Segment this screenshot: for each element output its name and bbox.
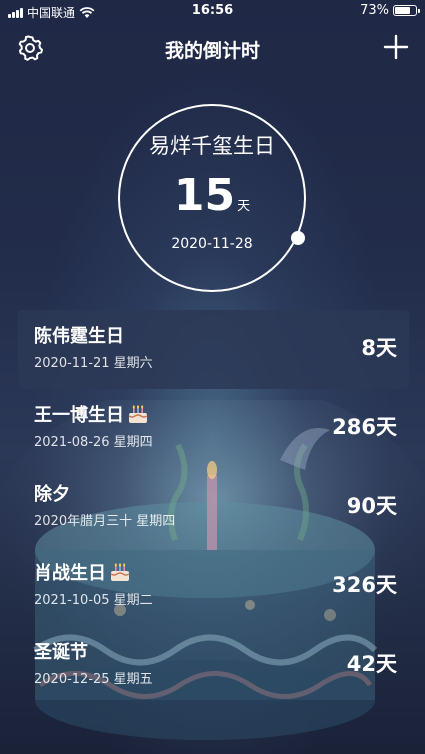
- featured-event-date: 2020-11-28: [171, 236, 253, 252]
- nav-bar: 我的倒计时: [0, 28, 425, 68]
- event-date: 2021-10-05 星期二: [34, 593, 153, 608]
- status-right: 73%: [360, 3, 420, 18]
- featured-days-unit: 天: [237, 199, 251, 214]
- event-days: 286天: [332, 415, 397, 439]
- event-name-text: 肖战生日: [34, 563, 106, 584]
- list-item[interactable]: 陈伟霆生日 2020-11-21 星期六 8天: [18, 310, 409, 389]
- list-item[interactable]: 除夕 2020年腊月三十 星期四 90天: [18, 468, 409, 547]
- plus-icon[interactable]: [383, 34, 409, 60]
- event-list: 陈伟霆生日 2020-11-21 星期六 8天 王一博生日 2021-08-26…: [18, 310, 409, 705]
- event-name-text: 陈伟霆生日: [34, 326, 124, 347]
- event-days: 326天: [332, 573, 397, 597]
- status-bar: 中国联通 16:56 73%: [0, 0, 425, 22]
- featured-countdown[interactable]: 易烊千玺生日 15 天 2020-11-28: [114, 100, 310, 296]
- event-date: 2020-11-21 星期六: [34, 356, 153, 371]
- birthday-cake-icon: [110, 563, 130, 581]
- battery-percent: 73%: [360, 3, 389, 18]
- event-date: 2020-12-25 星期五: [34, 672, 153, 687]
- event-days: 8天: [361, 336, 397, 360]
- list-item[interactable]: 王一博生日 2021-08-26 星期四 286天: [18, 389, 409, 468]
- event-name: 除夕: [34, 480, 70, 506]
- event-days: 42天: [346, 652, 397, 676]
- featured-event-name: 易烊千玺生日: [149, 134, 275, 158]
- featured-days-number: 15: [173, 170, 236, 221]
- event-name-text: 除夕: [34, 484, 70, 505]
- list-item[interactable]: 圣诞节 2020-12-25 星期五 42天: [18, 626, 409, 705]
- event-name: 王一博生日: [34, 401, 149, 427]
- event-name: 圣诞节: [34, 638, 88, 664]
- birthday-cake-icon: [128, 405, 148, 423]
- list-item[interactable]: 肖战生日 2021-10-05 星期二 326天: [18, 547, 409, 626]
- featured-days: 15 天: [114, 170, 310, 221]
- event-name-text: 圣诞节: [34, 642, 88, 663]
- event-name-text: 王一博生日: [34, 405, 124, 426]
- battery-fill: [395, 7, 410, 14]
- battery-icon: [393, 5, 420, 16]
- event-days: 90天: [346, 494, 397, 518]
- event-name: 肖战生日: [34, 559, 131, 585]
- event-date: 2021-08-26 星期四: [34, 435, 153, 450]
- event-name: 陈伟霆生日: [34, 322, 124, 348]
- event-date: 2020年腊月三十 星期四: [34, 514, 176, 529]
- page-title: 我的倒计时: [164, 40, 260, 62]
